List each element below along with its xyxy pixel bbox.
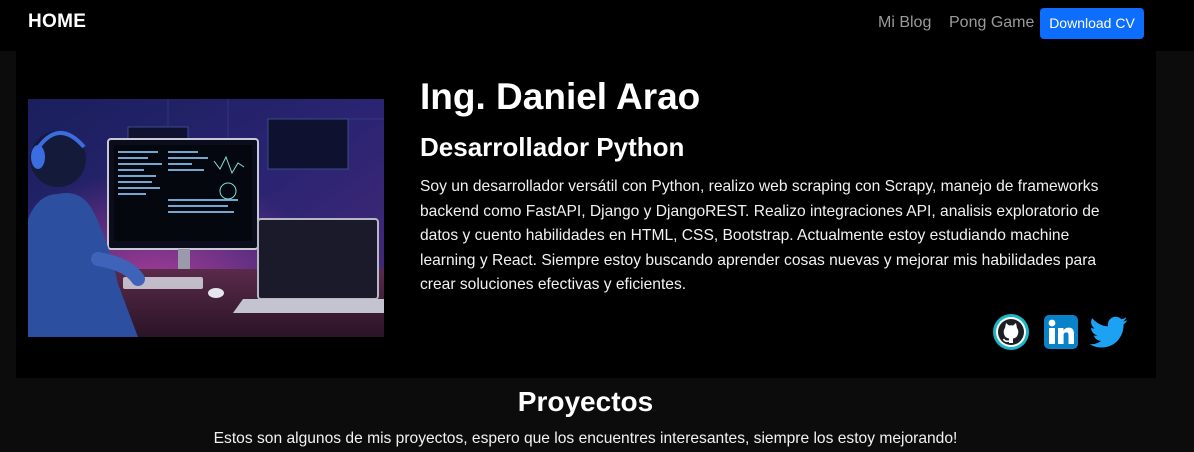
profile-bio: Soy un desarrollador versátil con Python… — [420, 178, 1100, 293]
profile-name: Ing. Daniel Arao — [420, 76, 701, 117]
projects-subtitle: Estos son algunos de mis proyectos, espe… — [213, 430, 958, 447]
profile-role: Desarrollador Python — [420, 132, 685, 162]
download-cv-button[interactable]: Download CV — [1040, 8, 1144, 39]
github-icon[interactable] — [992, 313, 1030, 351]
nav-link-blog[interactable]: Mi Blog — [878, 14, 931, 32]
projects-title: Proyectos — [517, 386, 654, 417]
twitter-icon[interactable] — [1089, 313, 1128, 351]
navbar: HOME Mi Blog Pong Game Download CV — [0, 0, 1194, 51]
nav-link-pong-game[interactable]: Pong Game — [949, 14, 1034, 32]
linkedin-icon[interactable] — [1042, 313, 1080, 351]
home-link[interactable]: HOME — [28, 11, 86, 33]
hero-section: Ing. Daniel Arao Desarrollador Python So… — [16, 51, 1156, 378]
developer-photo — [28, 99, 384, 337]
